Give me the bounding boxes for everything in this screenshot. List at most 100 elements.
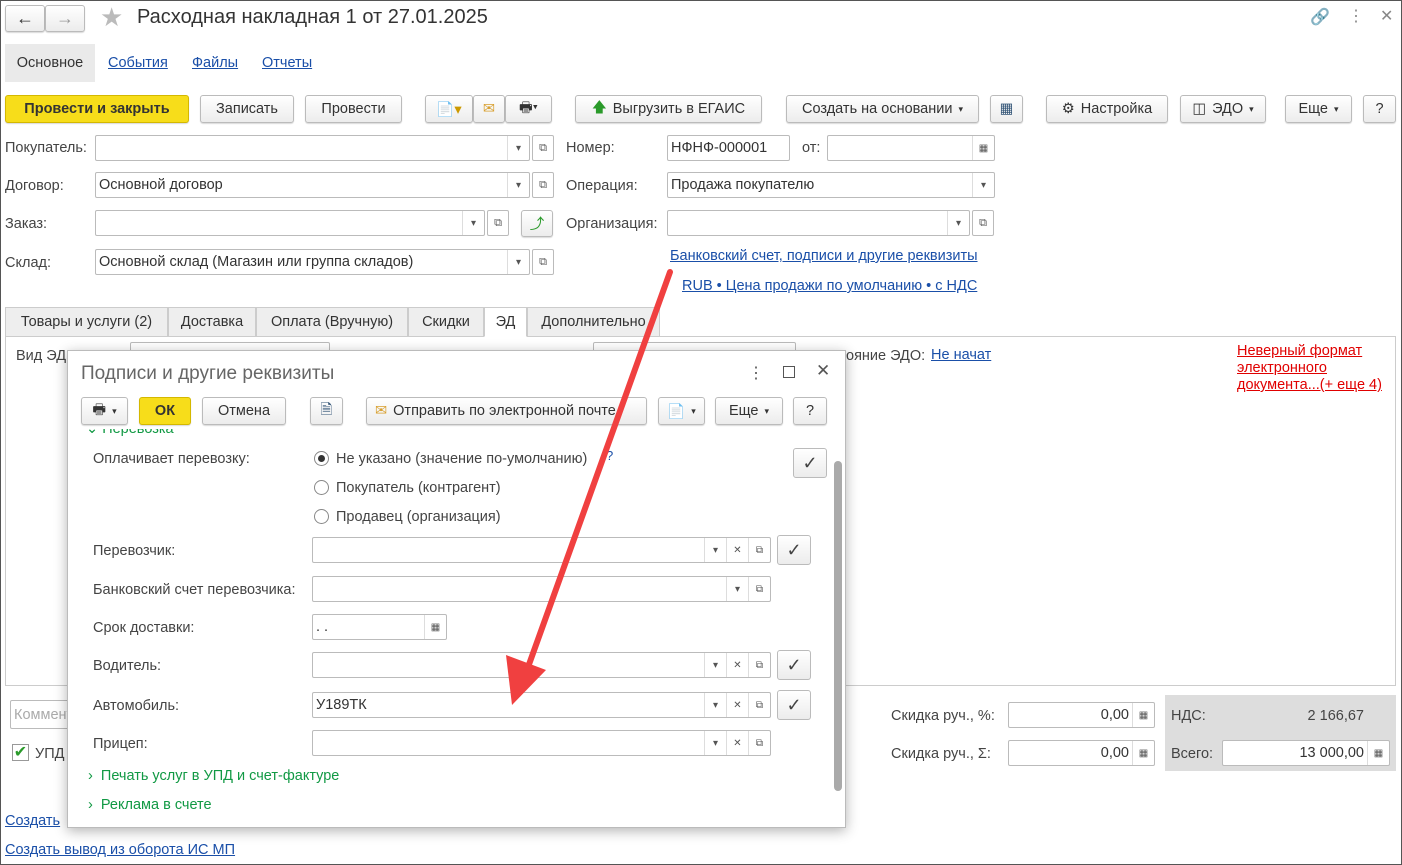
email-button[interactable]: ✉ — [473, 95, 505, 123]
calendar-icon[interactable]: ▦ — [972, 136, 994, 160]
tab-ed[interactable]: ЭД — [484, 307, 527, 337]
clear-icon[interactable]: ✕ — [726, 538, 748, 562]
contract-field[interactable]: Основной договор ▾ — [95, 172, 530, 198]
discount-sum-field[interactable]: 0,00 ▦ — [1008, 740, 1155, 766]
create-link[interactable]: Создать — [5, 813, 60, 829]
checkmark-button[interactable]: ✓ — [793, 448, 827, 478]
tab-events[interactable]: События — [108, 55, 168, 71]
section-print-services[interactable]: › Печать услуг в УПД и счет-фактуре — [88, 768, 339, 784]
open-icon[interactable]: ⧉ — [532, 249, 554, 275]
driver-field[interactable]: ▾ ✕ ⧉ — [312, 652, 771, 678]
send-email-button[interactable]: ✉ Отправить по электронной почте — [366, 397, 647, 425]
scrollbar[interactable] — [834, 445, 842, 800]
kebab-menu-icon[interactable]: ⋮ — [1348, 6, 1364, 26]
chevron-down-icon[interactable]: ▾ — [704, 693, 726, 717]
chevron-down-icon[interactable]: ▾ — [947, 211, 969, 235]
create-doc-dropdown[interactable]: 📄▾ — [425, 95, 473, 123]
tab-discounts[interactable]: Скидки — [408, 307, 484, 337]
buyer-field[interactable]: ▾ — [95, 135, 530, 161]
open-icon[interactable]: ⧉ — [748, 538, 770, 562]
carrier-bank-field[interactable]: ▾ ⧉ — [312, 576, 771, 602]
back-button[interactable]: ← — [5, 5, 45, 32]
calculator-icon[interactable]: ▦ — [1132, 741, 1154, 765]
chevron-down-icon[interactable]: ▾ — [507, 250, 529, 274]
post-button[interactable]: Провести — [305, 95, 402, 123]
tab-files[interactable]: Файлы — [192, 55, 238, 71]
help-button[interactable]: ? — [1363, 95, 1396, 123]
create-doc-dropdown[interactable]: 📄▾ — [658, 397, 705, 425]
print-dropdown[interactable]: 🖶▾ — [81, 397, 128, 425]
order-field[interactable]: ▾ — [95, 210, 485, 236]
help-button[interactable]: ? — [793, 397, 827, 425]
chevron-down-icon[interactable]: ▾ — [704, 653, 726, 677]
open-icon[interactable]: ⧉ — [748, 731, 770, 755]
favorite-star-icon[interactable]: ★ — [100, 2, 123, 33]
operation-field[interactable]: Продажа покупателю ▾ — [667, 172, 995, 198]
checkmark-button[interactable]: ✓ — [777, 690, 811, 720]
chevron-down-icon[interactable]: ▾ — [462, 211, 484, 235]
price-settings-link[interactable]: RUB • Цена продажи по умолчанию • с НДС — [682, 278, 977, 294]
kebab-menu-icon[interactable]: ⋮ — [748, 363, 764, 383]
help-icon[interactable]: ? — [606, 448, 613, 463]
bank-details-link[interactable]: Банковский счет, подписи и другие реквиз… — [670, 248, 978, 264]
delivery-field[interactable]: . . ▦ — [312, 614, 447, 640]
egais-upload-button[interactable]: 🡅 Выгрузить в ЕГАИС — [575, 95, 762, 123]
edo-state-link[interactable]: Не начат — [931, 347, 991, 363]
close-icon[interactable]: ✕ — [816, 361, 830, 381]
edo-dropdown[interactable]: ◫ ЭДО ▾ — [1180, 95, 1266, 123]
cancel-button[interactable]: Отмена — [202, 397, 286, 425]
checkmark-button[interactable]: ✓ — [777, 650, 811, 680]
structure-icon[interactable]: ▦ — [990, 95, 1023, 123]
more-dropdown[interactable]: Еще ▾ — [1285, 95, 1352, 123]
document-icon[interactable]: 🗎 — [310, 397, 343, 425]
link-icon[interactable]: 🔗 — [1310, 7, 1330, 27]
open-icon[interactable]: ⧉ — [972, 210, 994, 236]
fill-order-button[interactable]: ⤴ — [521, 210, 553, 237]
payer-radio-2[interactable] — [314, 509, 329, 524]
scrollbar-thumb[interactable] — [834, 461, 842, 791]
close-icon[interactable]: ✕ — [1380, 6, 1393, 26]
ed-error-link[interactable]: Неверный формат электронного документа..… — [1237, 343, 1382, 394]
ok-button[interactable]: ОК — [139, 397, 191, 425]
open-icon[interactable]: ⧉ — [748, 653, 770, 677]
open-icon[interactable]: ⧉ — [532, 172, 554, 198]
tab-additional[interactable]: Дополнительно — [527, 307, 660, 337]
date-field[interactable]: ▦ — [827, 135, 995, 161]
calculator-icon[interactable]: ▦ — [1367, 741, 1389, 765]
section-transport[interactable]: ⌄ Перевозка — [86, 429, 174, 437]
chevron-down-icon[interactable]: ▾ — [704, 731, 726, 755]
chevron-down-icon[interactable]: ▾ — [726, 577, 748, 601]
maximize-icon[interactable] — [783, 366, 795, 378]
warehouse-field[interactable]: Основной склад (Магазин или группа склад… — [95, 249, 530, 275]
clear-icon[interactable]: ✕ — [726, 731, 748, 755]
clear-icon[interactable]: ✕ — [726, 693, 748, 717]
car-field[interactable]: У189ТК ▾ ✕ ⧉ — [312, 692, 771, 718]
tab-delivery[interactable]: Доставка — [168, 307, 256, 337]
post-and-close-button[interactable]: Провести и закрыть — [5, 95, 189, 123]
chevron-down-icon[interactable]: ▾ — [507, 136, 529, 160]
chevron-down-icon[interactable]: ▾ — [704, 538, 726, 562]
clear-icon[interactable]: ✕ — [726, 653, 748, 677]
upd-checkbox[interactable]: ✔ — [12, 744, 29, 761]
open-icon[interactable]: ⧉ — [748, 693, 770, 717]
trailer-field[interactable]: ▾ ✕ ⧉ — [312, 730, 771, 756]
open-icon[interactable]: ⧉ — [532, 135, 554, 161]
settings-button[interactable]: ⚙ Настройка — [1046, 95, 1168, 123]
payer-radio-1[interactable] — [314, 480, 329, 495]
number-field[interactable]: НФНФ-000001 — [667, 135, 790, 161]
payer-radio-0[interactable] — [314, 451, 329, 466]
tab-payment[interactable]: Оплата (Вручную) — [256, 307, 408, 337]
chevron-down-icon[interactable]: ▾ — [507, 173, 529, 197]
save-button[interactable]: Записать — [200, 95, 294, 123]
checkmark-button[interactable]: ✓ — [777, 535, 811, 565]
print-dropdown[interactable]: 🖶▾ — [505, 95, 552, 123]
open-icon[interactable]: ⧉ — [748, 577, 770, 601]
chevron-down-icon[interactable]: ▾ — [972, 173, 994, 197]
create-withdraw-link[interactable]: Создать вывод из оборота ИС МП — [5, 842, 235, 858]
tab-reports[interactable]: Отчеты — [262, 55, 312, 71]
create-based-on-dropdown[interactable]: Создать на основании ▾ — [786, 95, 979, 123]
tab-main[interactable]: Основное — [5, 44, 95, 82]
discount-pct-field[interactable]: 0,00 ▦ — [1008, 702, 1155, 728]
tab-goods[interactable]: Товары и услуги (2) — [5, 307, 168, 337]
open-icon[interactable]: ⧉ — [487, 210, 509, 236]
